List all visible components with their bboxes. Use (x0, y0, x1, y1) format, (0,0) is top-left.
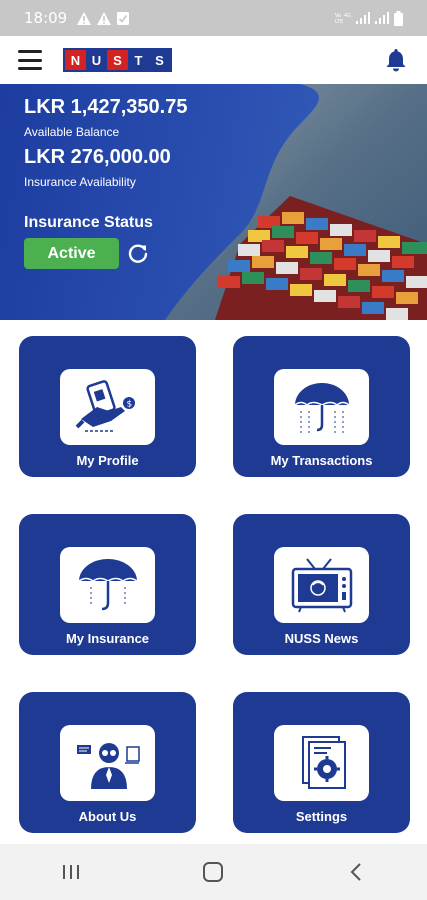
signal-icon (356, 12, 370, 24)
tile-icon-box (274, 547, 369, 623)
status-icons-left (77, 11, 130, 25)
logo-letter: S (149, 50, 170, 70)
umbrella-rain-icon (294, 383, 349, 433)
tile-label: My Transactions (270, 453, 373, 468)
hamburger-icon[interactable] (18, 50, 42, 70)
battery-icon (394, 10, 403, 26)
tile-icon-box (274, 725, 369, 801)
logo-letter: S (107, 50, 128, 70)
warning-icon (77, 11, 92, 25)
tile-icon-box (60, 547, 155, 623)
recents-icon[interactable] (41, 852, 101, 892)
app-screen: 18:09 Vo LTE 4G N U S T S LKR 1,427,350.… (0, 0, 427, 900)
tile-label: About Us (78, 809, 137, 824)
insurance-availability-label: Insurance Availability (24, 175, 136, 189)
umbrella-icon (78, 559, 137, 611)
back-icon[interactable] (326, 852, 386, 892)
tile-my-profile[interactable]: $ My Profile (19, 336, 196, 477)
person-presenting-icon (76, 743, 140, 789)
svg-text:$: $ (126, 400, 132, 410)
insurance-status-badge: Active (24, 238, 119, 269)
system-nav-bar (0, 844, 427, 900)
tile-icon-box: $ (60, 369, 155, 445)
tv-icon (291, 558, 352, 613)
signal-icon (375, 12, 389, 24)
tile-about-us[interactable]: About Us (19, 692, 196, 833)
tile-nuss-news[interactable]: NUSS News (233, 514, 410, 655)
bell-icon[interactable] (383, 47, 409, 73)
balance-banner: LKR 1,427,350.75 Available Balance LKR 2… (0, 84, 427, 320)
logo-letter: T (128, 50, 149, 70)
refresh-icon[interactable] (127, 242, 149, 264)
warning-icon (97, 11, 112, 25)
available-balance-label: Available Balance (24, 125, 120, 139)
tile-label: Settings (295, 809, 348, 824)
svg-text:4G: 4G (344, 13, 351, 19)
nuss-logo: N U S T S (63, 48, 172, 72)
svg-text:LTE: LTE (335, 19, 343, 24)
tile-my-transactions[interactable]: My Transactions (233, 336, 410, 477)
tile-icon-box (60, 725, 155, 801)
tile-label: NUSS News (284, 631, 359, 646)
logo-letter: U (86, 50, 107, 70)
check-square-icon (117, 11, 130, 25)
insurance-availability-amount: LKR 276,000.00 (24, 146, 171, 168)
tile-my-insurance[interactable]: My Insurance (19, 514, 196, 655)
status-time: 18:09 (24, 9, 68, 27)
id-card-hand-icon: $ (75, 380, 135, 432)
tile-settings[interactable]: Settings (233, 692, 410, 833)
status-icons-right: Vo LTE 4G (335, 10, 403, 26)
volte-icon: VoLTE4G (335, 13, 351, 24)
logo-letter: N (65, 50, 86, 70)
insurance-status-title: Insurance Status (24, 214, 153, 231)
home-icon[interactable] (183, 852, 243, 892)
app-bar: N U S T S (0, 36, 427, 84)
tile-label: My Profile (76, 453, 139, 468)
cargo-ship-image (165, 84, 427, 320)
status-bar: 18:09 Vo LTE 4G (0, 0, 427, 36)
tile-label: My Insurance (65, 631, 150, 646)
tile-icon-box (274, 369, 369, 445)
document-gear-icon (301, 736, 346, 789)
available-balance-amount: LKR 1,427,350.75 (24, 96, 188, 118)
